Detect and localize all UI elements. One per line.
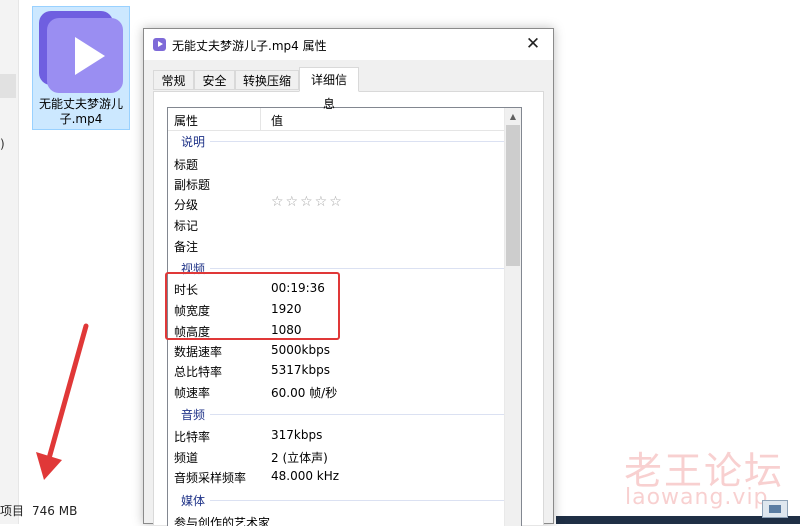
status-bar: 项目 746 MB (0, 500, 140, 524)
property-name: 备注 (174, 240, 199, 254)
property-value: 1080 (271, 323, 302, 337)
property-value: 2 (立体声) (271, 451, 328, 465)
tab-general[interactable]: 常规 (153, 70, 194, 90)
property-name: 帧高度 (174, 325, 211, 339)
property-name: 标记 (174, 219, 199, 233)
watermark-url: laowang.vip (625, 485, 769, 510)
property-row-frame-height[interactable]: 帧高度 1080 (168, 321, 504, 341)
group-media[interactable]: 媒体 (168, 491, 504, 509)
nav-item-highlight[interactable] (0, 74, 16, 98)
property-name: 副标题 (174, 178, 211, 192)
property-row-title[interactable]: 标题 (168, 154, 504, 174)
tab-details[interactable]: 详细信息 (299, 67, 359, 111)
details-panel: 属性 值 说明 标题 副标题 分级 ☆☆☆☆☆ 标记 备注 视频 时长 00:1… (153, 91, 544, 526)
status-selected-size: 746 MB (32, 504, 78, 518)
close-button[interactable]: ✕ (513, 29, 553, 60)
property-row-frame-rate[interactable]: 帧速率 60.00 帧/秒 (168, 382, 504, 402)
group-video[interactable]: 视频 (168, 259, 504, 277)
group-audio[interactable]: 音频 (168, 405, 504, 423)
property-name: 标题 (174, 158, 199, 172)
property-value: 00:19:36 (271, 281, 325, 295)
column-header-property[interactable]: 属性 (174, 112, 198, 129)
group-description[interactable]: 说明 (168, 132, 504, 150)
group-divider (210, 414, 504, 415)
dialog-titlebar[interactable]: 无能丈夫梦游儿子.mp4 属性 ✕ (144, 29, 553, 60)
scroll-up-arrow-icon[interactable]: ▲ (505, 108, 521, 125)
file-name-line2: 子.mp4 (59, 112, 103, 126)
video-file-icon (153, 38, 166, 51)
scrollbar-thumb[interactable] (506, 125, 520, 266)
property-name: 帧速率 (174, 386, 211, 400)
property-row-subtitle[interactable]: 副标题 (168, 174, 504, 194)
file-name: 无能丈夫梦游儿 子.mp4 (33, 97, 129, 127)
property-row-bitrate[interactable]: 比特率 317kbps (168, 426, 504, 446)
group-label: 音频 (181, 408, 206, 422)
listview-header: 属性 值 (168, 108, 504, 131)
property-value: 48.000 kHz (271, 469, 340, 483)
property-row-rating[interactable]: 分级 ☆☆☆☆☆ (168, 194, 504, 214)
property-name: 频道 (174, 451, 199, 465)
properties-dialog: 无能丈夫梦游儿子.mp4 属性 ✕ 常规 安全 转换压缩 详细信息 属性 值 说… (143, 28, 554, 526)
property-value: 60.00 帧/秒 (271, 386, 338, 400)
play-icon (39, 11, 123, 93)
column-header-value[interactable]: 值 (271, 112, 283, 129)
property-row-duration[interactable]: 时长 00:19:36 (168, 279, 504, 299)
tab-convert-compress[interactable]: 转换压缩 (235, 70, 299, 90)
tab-security[interactable]: 安全 (194, 70, 235, 90)
vertical-scrollbar[interactable]: ▲ (504, 108, 521, 526)
file-item-selected[interactable]: 无能丈夫梦游儿 子.mp4 (32, 6, 130, 130)
property-name: 音频采样频率 (174, 471, 247, 485)
star-rating-icon[interactable]: ☆☆☆☆☆ (271, 194, 344, 210)
group-divider (210, 141, 504, 142)
property-value: 317kbps (271, 428, 323, 442)
property-row-tags[interactable]: 标记 (168, 215, 504, 235)
annotation-arrow (36, 323, 89, 480)
group-label: 媒体 (181, 494, 206, 508)
group-label: 说明 (181, 135, 206, 149)
property-row-total-bitrate[interactable]: 总比特率 5317kbps (168, 361, 504, 381)
property-name: 参与创作的艺术家 (174, 516, 271, 526)
group-label: 视频 (181, 262, 206, 276)
tray-window-icon[interactable] (762, 500, 788, 518)
property-name: 比特率 (174, 430, 211, 444)
nav-item-text: ) (0, 137, 5, 151)
property-name: 总比特率 (174, 365, 223, 379)
property-row-comments[interactable]: 备注 (168, 236, 504, 256)
property-name: 时长 (174, 283, 199, 297)
property-row-frame-width[interactable]: 帧宽度 1920 (168, 300, 504, 320)
property-name: 分级 (174, 198, 199, 212)
property-value: 5000kbps (271, 343, 330, 357)
property-row-sample-rate[interactable]: 音频采样频率 48.000 kHz (168, 467, 504, 487)
property-value: 5317kbps (271, 363, 330, 377)
group-divider (210, 500, 504, 501)
property-row-channels[interactable]: 频道 2 (立体声) (168, 447, 504, 467)
property-row-data-rate[interactable]: 数据速率 5000kbps (168, 341, 504, 361)
column-separator[interactable] (260, 108, 261, 130)
property-name: 数据速率 (174, 345, 223, 359)
details-listview[interactable]: 属性 值 说明 标题 副标题 分级 ☆☆☆☆☆ 标记 备注 视频 时长 00:1… (167, 107, 522, 526)
file-name-line1: 无能丈夫梦游儿 (38, 97, 123, 111)
group-divider (210, 268, 504, 269)
property-value: 1920 (271, 302, 302, 316)
status-item-count-label: 项目 (0, 504, 25, 518)
property-name: 帧宽度 (174, 304, 211, 318)
explorer-navigation-pane: ) (0, 0, 19, 524)
dialog-title: 无能丈夫梦游儿子.mp4 属性 (172, 39, 327, 53)
